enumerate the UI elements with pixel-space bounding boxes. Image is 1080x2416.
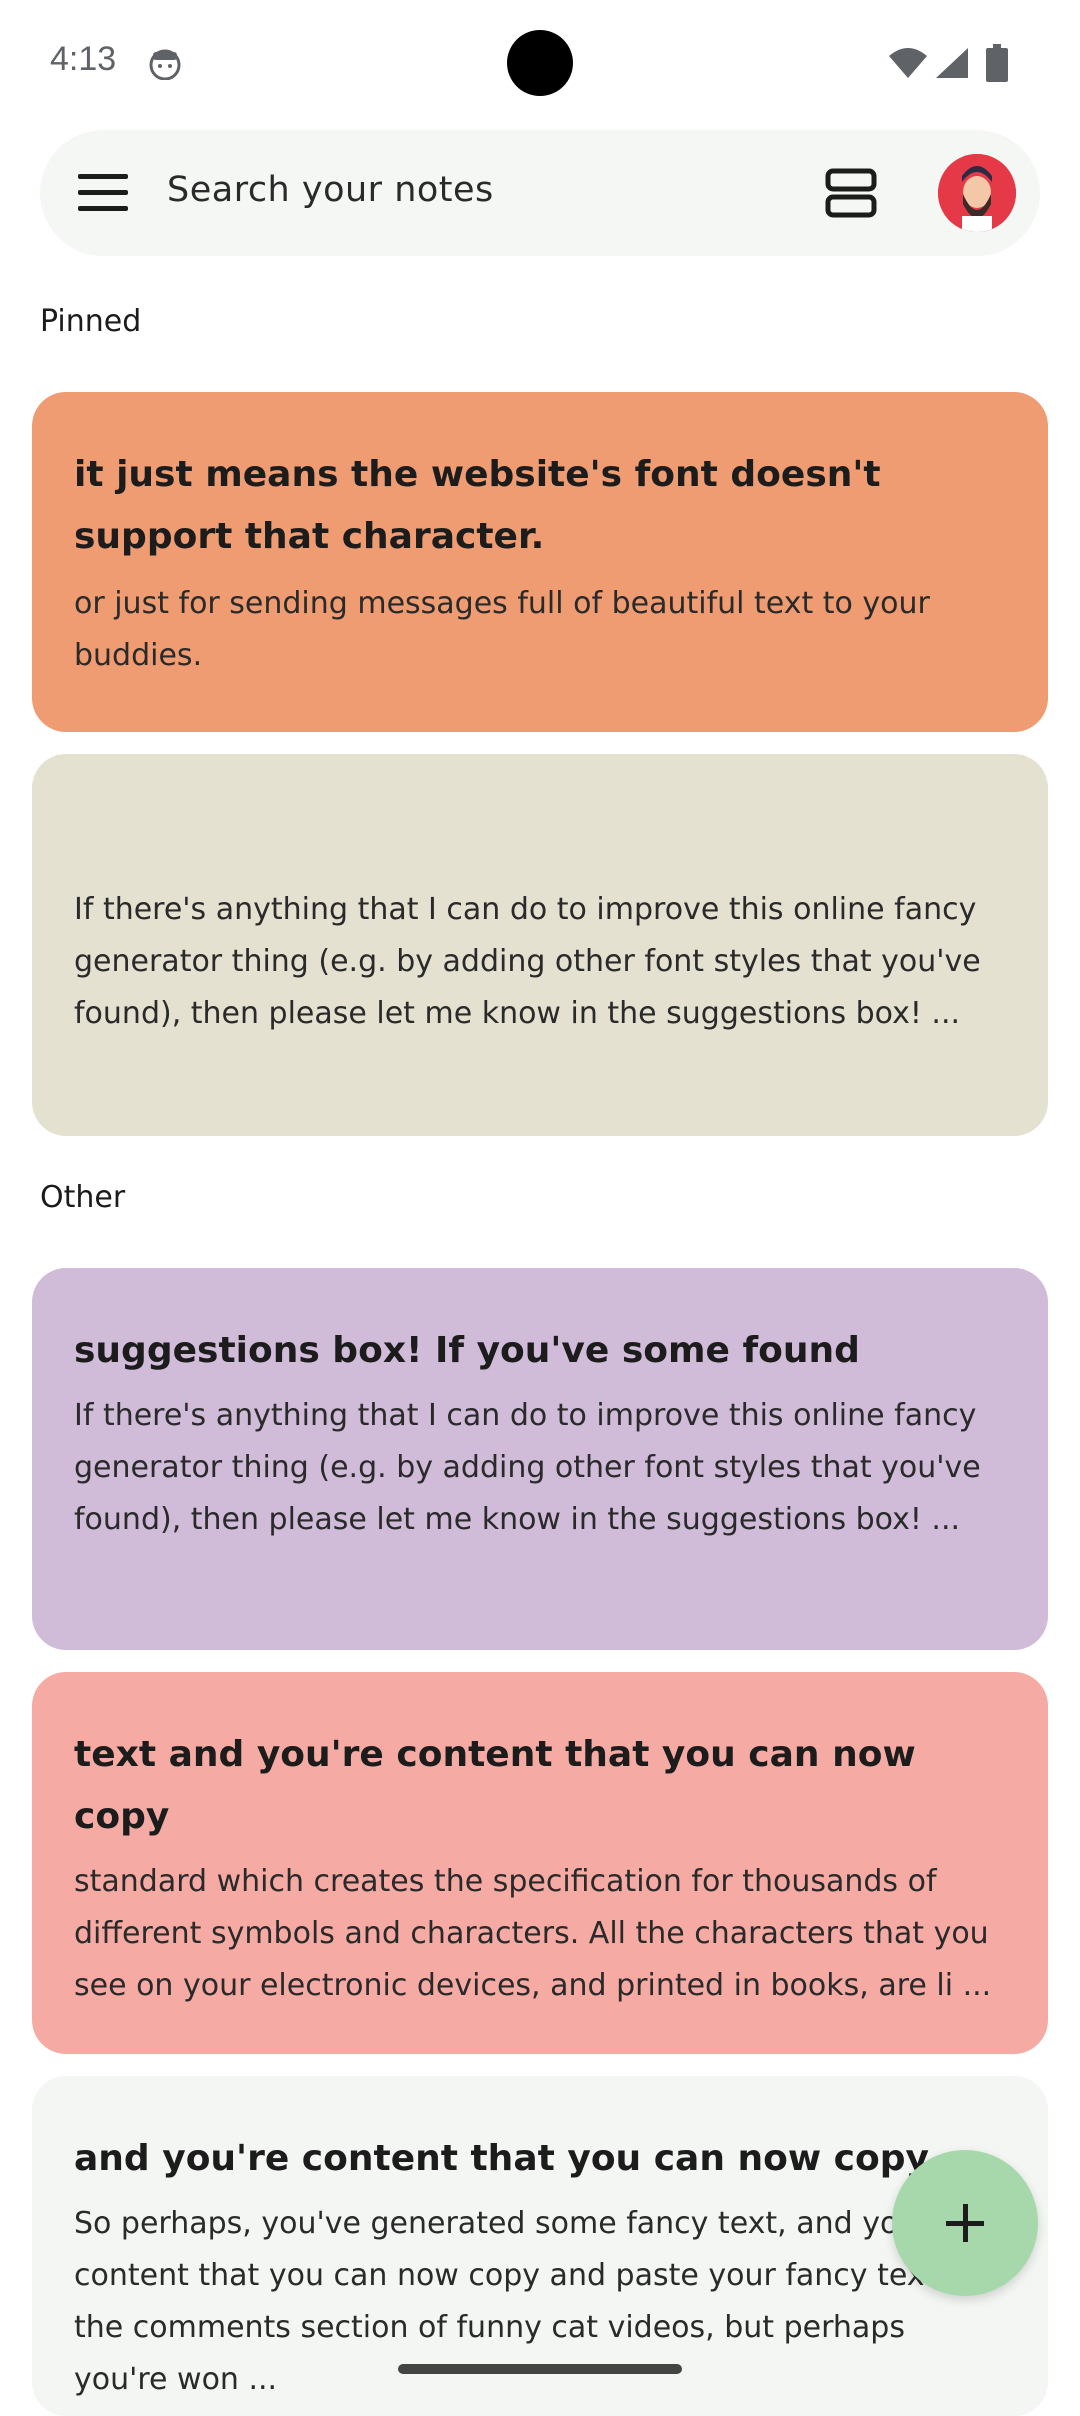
- add-note-button[interactable]: [892, 2150, 1038, 2296]
- note-title: suggestions box! If you've some found: [74, 1330, 860, 1371]
- note-card[interactable]: it just means the website's font doesn't…: [32, 392, 1048, 732]
- battery-icon: [986, 44, 1008, 82]
- signal-icon: [936, 48, 968, 78]
- avatar[interactable]: [938, 154, 1016, 232]
- note-body: or just for sending messages full of bea…: [74, 586, 930, 673]
- home-indicator[interactable]: [398, 2364, 682, 2374]
- camera-cutout: [507, 30, 573, 96]
- note-card[interactable]: If there's anything that I can do to imp…: [32, 754, 1048, 1136]
- avatar-illustration: [938, 154, 1016, 232]
- status-bar: 4:13: [0, 0, 1080, 130]
- note-body: So perhaps, you've generated some fancy …: [74, 2206, 974, 2397]
- note-title: and you're content that you can now copy: [74, 2138, 929, 2179]
- status-time: 4:13: [50, 40, 117, 78]
- search-bar[interactable]: Search your notes: [40, 130, 1040, 256]
- wifi-icon: [889, 48, 927, 78]
- section-label-pinned: Pinned: [40, 304, 142, 339]
- section-label-other: Other: [40, 1180, 126, 1215]
- menu-icon[interactable]: [78, 174, 128, 212]
- note-body: standard which creates the specification…: [74, 1864, 992, 2003]
- face-notification-icon: [149, 49, 181, 80]
- note-body: If there's anything that I can do to imp…: [74, 892, 981, 1031]
- view-toggle-icon[interactable]: [825, 168, 877, 218]
- note-card[interactable]: suggestions box! If you've some found If…: [32, 1268, 1048, 1650]
- search-input[interactable]: Search your notes: [167, 170, 494, 210]
- note-card[interactable]: text and you're content that you can now…: [32, 1672, 1048, 2054]
- note-title: it just means the website's font doesn't…: [74, 454, 881, 557]
- note-body: If there's anything that I can do to imp…: [74, 1398, 981, 1537]
- note-title: text and you're content that you can now…: [74, 1734, 916, 1837]
